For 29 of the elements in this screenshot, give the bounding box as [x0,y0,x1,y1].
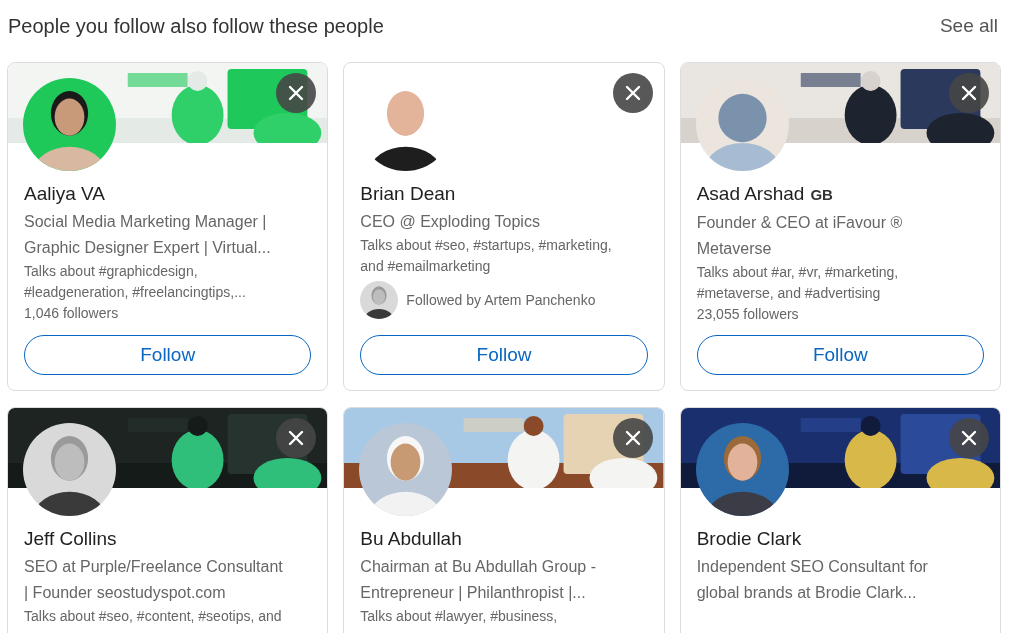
see-all-link[interactable]: See all [939,15,998,37]
person-name[interactable]: Bu Abdullah [360,526,462,552]
topics-text: Talks about #ar, #vr, #marketing, #metaverse, and #advertising [696,263,900,303]
topics-text: Talks about #seo, #content, #seotips, and [24,607,283,626]
topics-text: Talks about #graphicdesign, #leadgeneration, #freelancingtips,... [24,262,247,302]
headline-text: SEO at Purple/Freelance Consultant | Founder seostudyspot.com [24,557,284,603]
follow-button[interactable]: Follow [360,335,648,375]
follower-count: 23,055 followers [696,305,800,324]
headline-text: Chairman at Bu Abdullah Group - Entrepreneur | Philanthropist |... [360,557,597,603]
topics-text: Talks about #seo, #startups, #marketing, and #emailmarketing [360,236,613,276]
country-label: GB [810,185,833,205]
person-name[interactable]: Jeff Collins [24,526,117,552]
close-icon [961,85,977,101]
close-button[interactable] [612,73,653,113]
follow-button[interactable]: Follow [24,335,312,375]
person-name[interactable]: Asad Arshad [696,181,805,207]
headline-text: Founder & CEO at iFavour ® Metaverse [696,213,904,259]
headline-text: CEO @ Exploding Topics [360,212,541,232]
person-name[interactable]: Brodie Clark [696,526,802,552]
person-name[interactable]: Aaliya VA [24,181,105,207]
headline-text: Social Media Marketing Manager | Graphic Designer Expert | Virtual... [24,212,272,258]
followed-by-text: Followed by Artem Panchenko [406,292,596,308]
person-name[interactable]: Brian Dean [360,181,456,207]
topics-text: Talks about #lawyer, #business, [360,607,559,626]
follow-button[interactable]: Follow [696,335,984,375]
headline-text: Independent SEO Consultant for global brands at Brodie Clark... [696,557,929,603]
section-title: People you follow also follow these people [8,14,384,38]
follower-count: 1,046 followers [24,304,120,323]
close-icon [624,85,641,101]
